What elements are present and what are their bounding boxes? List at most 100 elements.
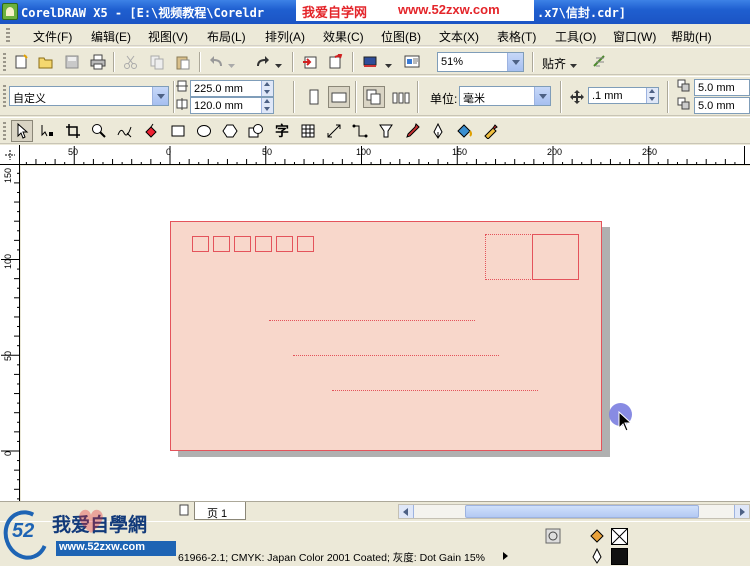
redo-dropdown-icon[interactable]: [274, 56, 284, 76]
menu-text[interactable]: 文本(X): [439, 28, 479, 45]
menubar-grip[interactable]: [6, 28, 10, 42]
application-launcher-icon[interactable]: [360, 52, 380, 72]
add-page-icon[interactable]: [176, 502, 192, 518]
menu-edit[interactable]: 编辑(E): [91, 28, 131, 45]
shape-tool-icon[interactable]: [37, 121, 57, 141]
menu-file[interactable]: 文件(F): [33, 28, 72, 45]
postal-code-box[interactable]: [297, 236, 314, 252]
blend-tool-icon[interactable]: [376, 121, 396, 141]
undo-icon[interactable]: [207, 52, 227, 72]
menu-bitmaps[interactable]: 位图(B): [381, 28, 421, 45]
color-proof-icon[interactable]: [544, 527, 562, 545]
snap-to-button[interactable]: 贴齐: [542, 55, 566, 72]
new-document-icon[interactable]: [11, 52, 31, 72]
copy-icon[interactable]: [147, 52, 167, 72]
menu-help[interactable]: 帮助(H): [671, 28, 712, 45]
current-page-layout-icon[interactable]: [391, 87, 411, 107]
duplicate-x-input[interactable]: 5.0 mm: [694, 79, 750, 96]
vertical-ruler[interactable]: 150 100 50 0: [0, 165, 20, 501]
text-tool-icon[interactable]: 字: [272, 121, 292, 141]
welcome-screen-icon[interactable]: [402, 52, 422, 72]
drawing-canvas[interactable]: [21, 166, 750, 501]
smart-fill-tool-icon[interactable]: [141, 121, 161, 141]
redo-icon[interactable]: [252, 52, 272, 72]
dimension-tool-icon[interactable]: [324, 121, 344, 141]
envelope-rectangle[interactable]: [170, 221, 602, 451]
page-height-input[interactable]: 120.0 mm: [190, 97, 274, 114]
undo-dropdown-icon[interactable]: [227, 56, 237, 76]
table-tool-icon[interactable]: [298, 121, 318, 141]
page-width-input[interactable]: 225.0 mm: [190, 80, 274, 97]
address-line[interactable]: [293, 355, 499, 356]
postal-code-box[interactable]: [192, 236, 209, 252]
postal-code-box[interactable]: [255, 236, 272, 252]
color-profile-status[interactable]: 61966-2.1; CMYK: Japan Color 2001 Coated…: [178, 550, 485, 565]
address-line[interactable]: [332, 390, 538, 391]
basic-shapes-tool-icon[interactable]: [246, 121, 266, 141]
postal-code-box[interactable]: [213, 236, 230, 252]
zoom-level-combo[interactable]: 51%: [437, 52, 524, 72]
scrollbar-thumb[interactable]: [465, 505, 699, 518]
options-icon[interactable]: [590, 52, 610, 72]
print-icon[interactable]: [88, 52, 108, 72]
coreldraw-app-icon[interactable]: [2, 3, 18, 20]
menu-window[interactable]: 窗口(W): [613, 28, 656, 45]
interactive-fill-tool-icon[interactable]: [480, 121, 500, 141]
width-stepper-icon[interactable]: [261, 81, 273, 96]
chevron-down-icon[interactable]: [152, 87, 168, 105]
crop-tool-icon[interactable]: [63, 121, 83, 141]
ellipse-tool-icon[interactable]: [194, 121, 214, 141]
chevron-down-icon[interactable]: [534, 87, 550, 105]
menu-view[interactable]: 视图(V): [148, 28, 188, 45]
height-stepper-icon[interactable]: [261, 98, 273, 113]
eyedropper-tool-icon[interactable]: [402, 121, 422, 141]
fill-none-swatch[interactable]: [611, 528, 628, 545]
toolbox-grip[interactable]: [3, 122, 6, 141]
menu-arrange[interactable]: 排列(A): [265, 28, 305, 45]
outline-pen-tool-icon[interactable]: [428, 121, 448, 141]
postal-code-box[interactable]: [234, 236, 251, 252]
freehand-tool-icon[interactable]: [115, 121, 135, 141]
snap-dropdown-icon[interactable]: [569, 56, 579, 76]
scroll-right-icon[interactable]: [734, 505, 749, 518]
menu-tools[interactable]: 工具(O): [555, 28, 596, 45]
status-expand-icon[interactable]: [503, 552, 508, 560]
stamp-box[interactable]: [532, 234, 579, 280]
outline-color-swatch[interactable]: [611, 548, 628, 565]
horizontal-ruler[interactable]: 50 0 50 100 150 200 250: [20, 145, 750, 165]
stamp-area-dotted[interactable]: [485, 234, 533, 280]
postal-code-box[interactable]: [276, 236, 293, 252]
chevron-down-icon[interactable]: [507, 53, 523, 71]
launcher-dropdown-icon[interactable]: [384, 56, 394, 76]
portrait-orientation-icon[interactable]: [304, 87, 324, 107]
horizontal-scrollbar[interactable]: [398, 504, 750, 519]
nudge-distance-input[interactable]: .1 mm: [588, 87, 659, 104]
landscape-orientation-icon[interactable]: [328, 86, 350, 108]
ruler-origin-corner[interactable]: [0, 145, 20, 165]
duplicate-y-input[interactable]: 5.0 mm: [694, 97, 750, 114]
open-folder-icon[interactable]: [36, 52, 56, 72]
zoom-tool-icon[interactable]: [89, 121, 109, 141]
page-tab-1[interactable]: 页 1: [194, 502, 246, 520]
nudge-stepper-icon[interactable]: [646, 88, 658, 103]
paste-icon[interactable]: [173, 52, 193, 72]
fill-tool-icon[interactable]: [454, 121, 474, 141]
units-combo[interactable]: 毫米: [459, 86, 551, 106]
rectangle-tool-icon[interactable]: [168, 121, 188, 141]
scroll-left-icon[interactable]: [399, 505, 414, 518]
import-icon[interactable]: [300, 52, 320, 72]
menu-effects[interactable]: 效果(C): [323, 28, 364, 45]
toolbar-grip[interactable]: [3, 53, 6, 71]
page-size-preset-combo[interactable]: 自定义: [9, 86, 169, 106]
export-icon[interactable]: [326, 52, 346, 72]
connector-tool-icon[interactable]: [350, 121, 370, 141]
cut-icon[interactable]: [121, 52, 141, 72]
address-line[interactable]: [269, 320, 475, 321]
menu-table[interactable]: 表格(T): [497, 28, 536, 45]
polygon-tool-icon[interactable]: [220, 121, 240, 141]
menu-layout[interactable]: 布局(L): [207, 28, 246, 45]
save-icon[interactable]: [62, 52, 82, 72]
all-pages-layout-icon[interactable]: [363, 86, 385, 108]
propertybar-grip[interactable]: [3, 85, 6, 109]
pick-tool-icon[interactable]: [11, 120, 33, 142]
